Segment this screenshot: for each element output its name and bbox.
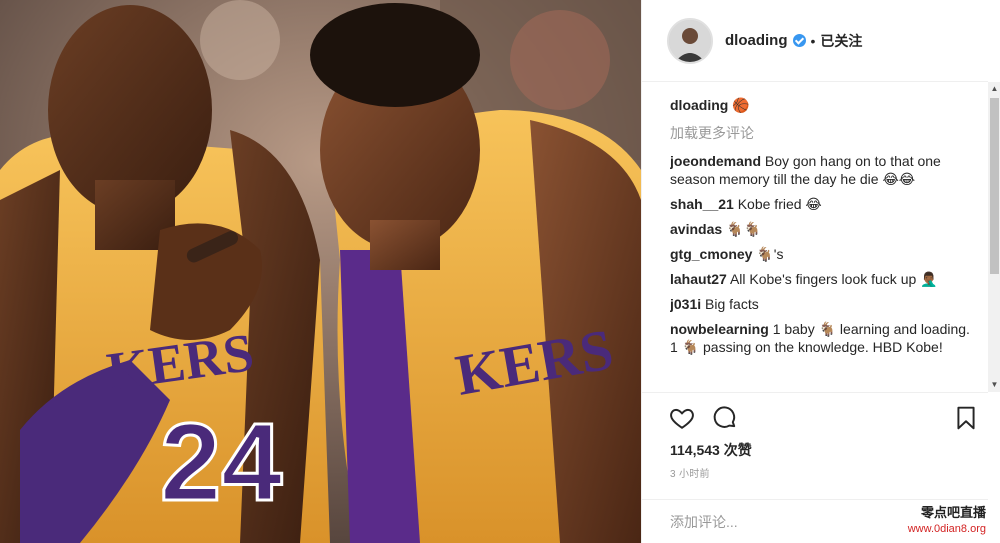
comments-list: dloading 🏀 加载更多评论 joeondemand Boy gon ha… [670, 96, 975, 392]
comment-row: nowbelearning 1 baby 🐐 learning and load… [670, 320, 975, 356]
scroll-down-arrow-icon[interactable]: ▼ [988, 378, 1000, 392]
jersey-number: 24 [160, 401, 282, 524]
caption-text: 🏀 [732, 97, 750, 113]
comments-scrollbar[interactable]: ▲ ▼ [988, 82, 1000, 392]
comment-text: Big facts [705, 296, 759, 312]
comment-username[interactable]: joeondemand [670, 153, 761, 169]
comment-username[interactable]: shah__21 [670, 196, 734, 212]
comment-username[interactable]: avindas [670, 221, 722, 237]
site-watermark: 零点吧直播 www.0dian8.org [908, 505, 986, 537]
photo-illustration: KERS 24 KERS [0, 0, 641, 543]
verified-badge-icon [792, 34, 806, 47]
comment-text: Kobe fried 😂 [737, 196, 822, 212]
comment-text: All Kobe's fingers look fuck up 🤦🏾‍♂️ [729, 271, 938, 287]
comment-row: j031i Big facts [670, 295, 975, 313]
comment-row: avindas 🐐🐐 [670, 220, 975, 238]
scroll-up-arrow-icon[interactable]: ▲ [988, 82, 1000, 96]
post-timestamp[interactable]: 3 小时前 [670, 465, 710, 480]
post-header: dloading • 已关注 [642, 0, 988, 82]
author-username[interactable]: dloading [725, 32, 788, 49]
avatar-image [669, 19, 711, 62]
comment-row: gtg_cmoney 🐐's [670, 245, 975, 263]
comment-text: 🐐🐐 [726, 221, 761, 237]
post-photo[interactable]: KERS 24 KERS [0, 0, 641, 543]
avatar[interactable] [667, 17, 713, 64]
post-side-panel: dloading • 已关注 dloading 🏀 加载更多评论 joeonde… [641, 0, 1000, 543]
comment-bubble-icon[interactable] [712, 405, 738, 431]
comment-row: joeondemand Boy gon hang on to that one … [670, 152, 975, 188]
comment-text: 🐐's [756, 246, 784, 262]
caption: dloading 🏀 [670, 96, 975, 114]
caption-username[interactable]: dloading [670, 97, 728, 113]
comment-row: lahaut27 All Kobe's fingers look fuck up… [670, 270, 975, 288]
watermark-url: www.0dian8.org [907, 523, 986, 535]
comment-row: shah__21 Kobe fried 😂 [670, 195, 975, 213]
load-more-comments-link[interactable]: 加载更多评论 [670, 124, 975, 142]
scroll-thumb[interactable] [990, 98, 999, 274]
comment-username[interactable]: lahaut27 [670, 271, 727, 287]
like-heart-icon[interactable] [669, 405, 695, 431]
comment-username[interactable]: gtg_cmoney [670, 246, 752, 262]
header-separator: • [810, 32, 816, 49]
follow-status-button[interactable]: 已关注 [820, 31, 862, 51]
watermark-title: 零点吧直播 [920, 505, 986, 520]
likes-count[interactable]: 114,543 次赞 [670, 440, 752, 460]
save-bookmark-icon[interactable] [953, 405, 979, 431]
comment-username[interactable]: nowbelearning [670, 321, 769, 337]
comment-username[interactable]: j031i [670, 296, 701, 312]
